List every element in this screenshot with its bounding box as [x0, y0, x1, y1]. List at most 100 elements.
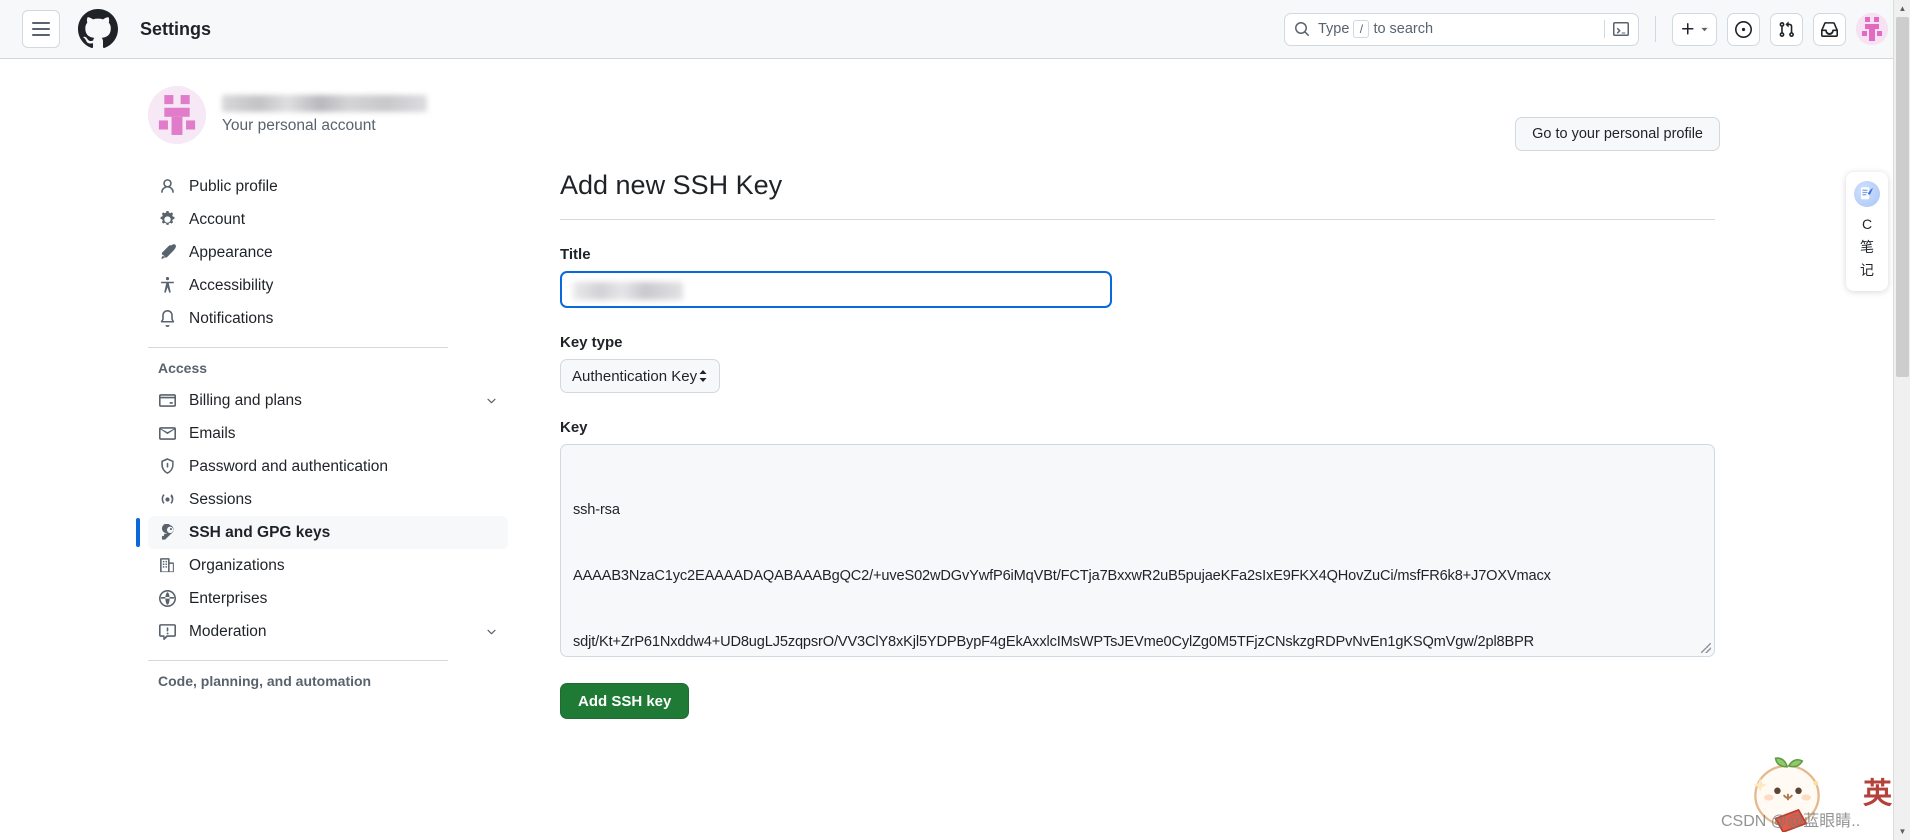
sidebar-item-label: Moderation: [189, 622, 267, 640]
key-type-select[interactable]: Authentication Key: [560, 359, 720, 393]
key-icon: [158, 524, 176, 542]
settings-sidebar: Your personal account Public profile Acc…: [136, 86, 508, 697]
sidebar-item-label: Emails: [189, 424, 236, 442]
search-placeholder-prefix: Type: [1318, 21, 1350, 37]
sidebar-item-label: Public profile: [189, 177, 278, 195]
chevron-down-icon[interactable]: [485, 625, 498, 638]
hamburger-bar: [32, 28, 50, 30]
header-actions: Type / to search: [1284, 12, 1888, 46]
globe-icon: [158, 590, 176, 608]
broadcast-icon: [158, 491, 176, 509]
sidebar-item-enterprises[interactable]: Enterprises: [148, 582, 508, 615]
search-placeholder: Type / to search: [1318, 20, 1596, 38]
credit-card-icon: [158, 392, 176, 410]
key-line: sdjt/Kt+ZrP61Nxddw4+UD8ugLJ5zqpsrO/VV3Cl…: [573, 634, 1535, 650]
scrollbar-thumb[interactable]: [1896, 17, 1909, 377]
account-subtitle: Your personal account: [222, 117, 376, 134]
git-pull-request-icon: [1779, 21, 1794, 37]
sidebar-item-label: Enterprises: [189, 589, 268, 607]
gear-icon: [158, 211, 176, 229]
sidebar-item-label: Accessibility: [189, 276, 274, 294]
terminal-icon[interactable]: [1613, 21, 1629, 37]
widget-line-2: 笔: [1860, 239, 1874, 255]
sidebar-divider: [148, 660, 448, 661]
note-pen-icon: [1854, 181, 1880, 207]
watermark-text: CSDN @@蓝眼睛..: [1721, 813, 1861, 830]
search-input[interactable]: Type / to search: [1284, 12, 1639, 46]
sidebar-item-ssh-and-gpg-keys[interactable]: SSH and GPG keys: [136, 516, 508, 549]
search-placeholder-suffix: to search: [1373, 21, 1434, 37]
sidebar-access-nav: Billing and plans Emails Password and au…: [136, 384, 508, 648]
sidebar-item-appearance[interactable]: Appearance: [148, 236, 508, 269]
watermark-cn-char: 英: [1862, 778, 1892, 810]
scroll-up-arrow-icon[interactable]: ▲: [1894, 0, 1910, 17]
key-textarea[interactable]: ssh-rsa AAAAB3NzaC1yc2EAAAADAQABAAABgQC2…: [560, 444, 1715, 657]
key-line: ssh-rsa: [573, 502, 620, 518]
mail-icon: [158, 425, 176, 443]
avatar-image: [148, 86, 206, 144]
add-ssh-key-button[interactable]: Add SSH key: [560, 683, 690, 719]
sidebar-item-password-and-authentication[interactable]: Password and authentication: [148, 450, 508, 483]
sidebar-item-label: Billing and plans: [189, 391, 302, 409]
key-type-field-label: Key type: [560, 334, 623, 351]
user-avatar[interactable]: [1856, 13, 1888, 45]
sidebar-item-label: Organizations: [189, 556, 285, 574]
title-field-label: Title: [560, 246, 591, 263]
chevron-down-icon[interactable]: [485, 394, 498, 407]
sidebar-item-moderation[interactable]: Moderation: [148, 615, 508, 648]
sidebar-item-billing-and-plans[interactable]: Billing and plans: [148, 384, 508, 417]
page-title: Add new SSH Key: [560, 170, 1715, 220]
go-to-personal-profile-button[interactable]: Go to your personal profile: [1515, 117, 1720, 151]
title-input-value-redacted: [573, 282, 683, 300]
create-new-button[interactable]: [1672, 12, 1717, 46]
report-icon: [158, 623, 176, 641]
sort-arrows-icon: [698, 369, 708, 383]
account-avatar[interactable]: [148, 86, 206, 144]
sidebar-item-public-profile[interactable]: Public profile: [148, 170, 508, 203]
hamburger-bar: [32, 22, 50, 24]
key-type-selected-value: Authentication Key: [572, 367, 698, 385]
scroll-down-arrow-icon[interactable]: ▼: [1894, 823, 1910, 840]
header-divider: [1655, 16, 1656, 42]
account-identity: Your personal account: [222, 95, 427, 135]
sidebar-item-sessions[interactable]: Sessions: [148, 483, 508, 516]
notifications-button[interactable]: [1813, 12, 1846, 46]
title-input[interactable]: [560, 271, 1112, 308]
sidebar-divider: [148, 347, 448, 348]
inbox-icon: [1821, 21, 1838, 37]
app-header: Settings Type / to search: [0, 0, 1910, 59]
textarea-resize-handle[interactable]: [1701, 643, 1711, 653]
page-scrollbar[interactable]: ▲ ▼: [1893, 0, 1910, 840]
paintbrush-icon: [158, 244, 176, 262]
search-icon: [1295, 22, 1309, 36]
account-username-redacted: [222, 95, 427, 112]
key-field-label: Key: [560, 419, 588, 436]
search-divider: [1604, 20, 1605, 38]
sidebar-item-account[interactable]: Account: [148, 203, 508, 236]
shield-lock-icon: [158, 458, 176, 476]
key-line: AAAAB3NzaC1yc2EAAAADAQABAAABgQC2/+uveS02…: [573, 568, 1551, 584]
sidebar-item-emails[interactable]: Emails: [148, 417, 508, 450]
github-logo-icon[interactable]: [78, 9, 118, 49]
page-header-title: Settings: [140, 18, 212, 39]
main-content: Go to your personal profile Add new SSH …: [560, 86, 1720, 719]
account-header: Your personal account: [148, 86, 508, 144]
hamburger-bar: [32, 34, 50, 36]
sidebar-item-notifications[interactable]: Notifications: [148, 302, 508, 335]
widget-line-1: C: [1861, 216, 1873, 232]
sidebar-item-label: SSH and GPG keys: [189, 523, 331, 541]
sidebar-item-label: Sessions: [189, 490, 252, 508]
sidebar-section-code-title: Code, planning, and automation: [158, 673, 372, 689]
issues-button[interactable]: [1727, 12, 1760, 46]
hamburger-icon[interactable]: [22, 10, 60, 48]
person-icon: [158, 178, 176, 196]
c-notes-floating-widget[interactable]: C 笔 记: [1846, 172, 1888, 291]
sidebar-item-accessibility[interactable]: Accessibility: [148, 269, 508, 302]
sidebar-item-organizations[interactable]: Organizations: [148, 549, 508, 582]
slash-key-hint: /: [1353, 20, 1370, 38]
csdn-watermark: 英 CSDN @@蓝眼睛..: [1717, 735, 1892, 840]
avatar-image: [1856, 13, 1888, 45]
sidebar-item-label: Account: [189, 210, 246, 228]
pull-requests-button[interactable]: [1770, 12, 1803, 46]
chevron-down-icon: [1701, 27, 1708, 31]
